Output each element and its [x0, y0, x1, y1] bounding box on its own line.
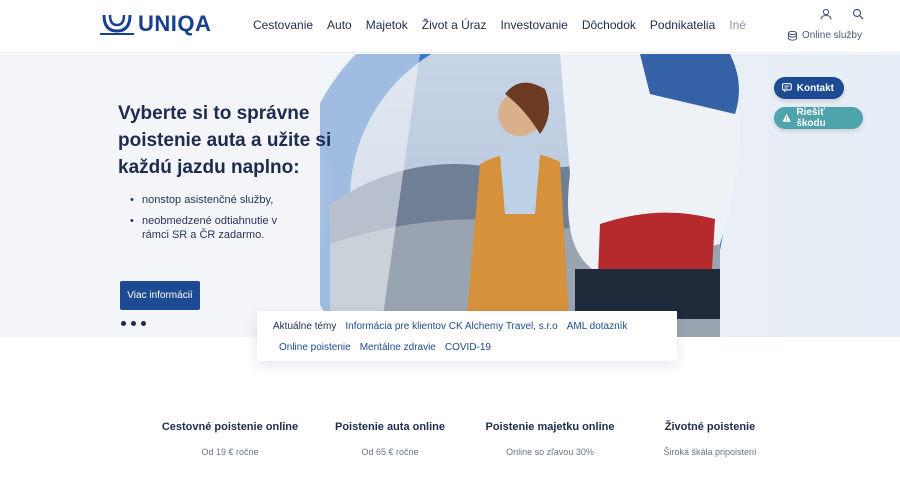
user-icon[interactable]: [820, 8, 832, 20]
uniqa-logo-icon: [100, 14, 134, 35]
topic-link-alchemy-travel[interactable]: Informácia pre klientov CK Alchemy Trave…: [345, 321, 557, 332]
product-title: Poistenie auta online: [334, 421, 446, 433]
hero-bullets: nonstop asistenčné služby, neobmedzené o…: [130, 193, 280, 249]
carousel-dot[interactable]: [121, 321, 126, 326]
uniqa-logo[interactable]: UNIQA: [100, 11, 211, 37]
topic-link-online-insurance[interactable]: Online poistenie: [279, 342, 351, 353]
product-travel-insurance[interactable]: Cestovné poistenie online Od 19 € ročne: [150, 421, 310, 457]
product-life-insurance[interactable]: Životné poistenie Široká škála pripoiste…: [630, 421, 790, 457]
hero-bullet: neobmedzené odtiahnutie v rámci SR a ČR …: [130, 214, 280, 242]
product-subtitle: Online so zľavou 30%: [506, 447, 594, 457]
carousel-dot[interactable]: [131, 321, 136, 326]
hero-banner: Vyberte si to správne poistenie auta a u…: [0, 54, 900, 337]
hero-title: Vyberte si to správne poistenie auta a u…: [118, 103, 332, 178]
nav-item-podnikatelia[interactable]: Podnikatelia: [650, 18, 715, 32]
product-title: Cestovné poistenie online: [161, 421, 299, 433]
products-row: Cestovné poistenie online Od 19 € ročne …: [150, 421, 790, 457]
product-subtitle: Od 19 € ročne: [201, 447, 259, 457]
topics-row: Online poistenie Mentálne zdravie COVID-…: [279, 342, 661, 353]
hero-bullet: nonstop asistenčné služby,: [130, 193, 280, 207]
nav-item-investovanie[interactable]: Investovanie: [500, 18, 567, 32]
product-subtitle: Od 65 € ročne: [361, 447, 419, 457]
chat-icon: [782, 83, 792, 93]
nav-item-zivot-uraz[interactable]: Život a Úraz: [422, 18, 487, 32]
report-claim-label: Riešiť škodu: [796, 107, 826, 129]
search-icon[interactable]: [852, 8, 864, 20]
topic-link-covid[interactable]: COVID-19: [445, 342, 491, 353]
nav-item-ine[interactable]: Iné: [729, 18, 746, 32]
product-car-insurance[interactable]: Poistenie auta online Od 65 € ročne: [310, 421, 470, 457]
header-icons: [820, 8, 864, 20]
carousel-dots: [121, 321, 146, 326]
online-services-link[interactable]: Online služby: [787, 30, 862, 41]
report-claim-button[interactable]: Riešiť škodu: [774, 107, 863, 129]
logo-text: UNIQA: [138, 11, 212, 36]
nav-item-dochodok[interactable]: Dôchodok: [582, 18, 636, 32]
product-title: Poistenie majetku online: [485, 421, 615, 433]
product-subtitle: Široká škála pripoistení: [663, 447, 757, 457]
topics-row: Aktuálne témy Informácia pre klientov CK…: [273, 321, 661, 332]
contact-button[interactable]: Kontakt: [774, 77, 844, 99]
nav-item-cestovanie[interactable]: Cestovanie: [253, 18, 313, 32]
current-topics-card: Aktuálne témy Informácia pre klientov CK…: [257, 311, 677, 361]
topic-link-mental-health[interactable]: Mentálne zdravie: [360, 342, 436, 353]
online-services-label: Online služby: [801, 30, 862, 41]
more-info-button[interactable]: Viac informácií: [120, 281, 200, 310]
product-property-insurance[interactable]: Poistenie majetku online Online so zľavo…: [470, 421, 630, 457]
database-icon: [787, 30, 797, 41]
warning-icon: [782, 113, 791, 122]
site-header: UNIQA Cestovanie Auto Majetok Život a Úr…: [0, 0, 900, 53]
main-nav: Cestovanie Auto Majetok Život a Úraz Inv…: [253, 18, 760, 32]
nav-item-majetok[interactable]: Majetok: [366, 18, 408, 32]
carousel-dot[interactable]: [141, 321, 146, 326]
nav-item-auto[interactable]: Auto: [327, 18, 352, 32]
contact-label: Kontakt: [796, 82, 834, 94]
topics-label: Aktuálne témy: [273, 321, 337, 332]
topic-link-aml[interactable]: AML dotazník: [567, 321, 628, 332]
product-title: Životné poistenie: [664, 421, 756, 433]
